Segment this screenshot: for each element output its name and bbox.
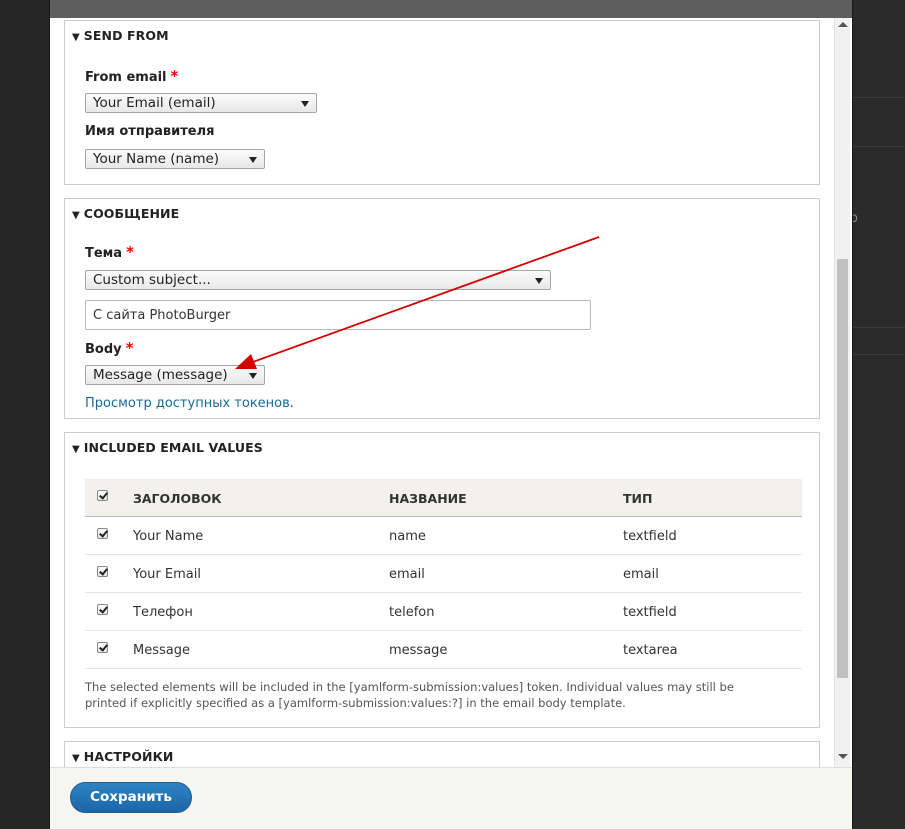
- modal-backdrop-left: [0, 0, 50, 829]
- dialog-titlebar: [50, 0, 852, 18]
- scroll-up-arrow-icon[interactable]: [838, 22, 848, 27]
- backdrop-divider: [852, 97, 905, 98]
- dialog: ▼ SEND FROM From email * Your Email (email…: [50, 0, 852, 829]
- dialog-footer: Сохранить: [50, 767, 852, 829]
- modal-backdrop-right: [852, 0, 905, 829]
- save-button[interactable]: Сохранить: [70, 782, 192, 813]
- backdrop-divider: [852, 327, 905, 328]
- vertical-scrollbar[interactable]: [834, 18, 850, 767]
- backdrop-divider: [852, 146, 905, 147]
- backdrop-divider: [852, 354, 905, 355]
- scroll-down-arrow-icon[interactable]: [838, 754, 848, 759]
- annotation-arrow: [235, 236, 600, 369]
- scrollbar-thumb[interactable]: [837, 259, 848, 678]
- dialog-content: ▼ SEND FROM From email * Your Email (email…: [50, 18, 834, 767]
